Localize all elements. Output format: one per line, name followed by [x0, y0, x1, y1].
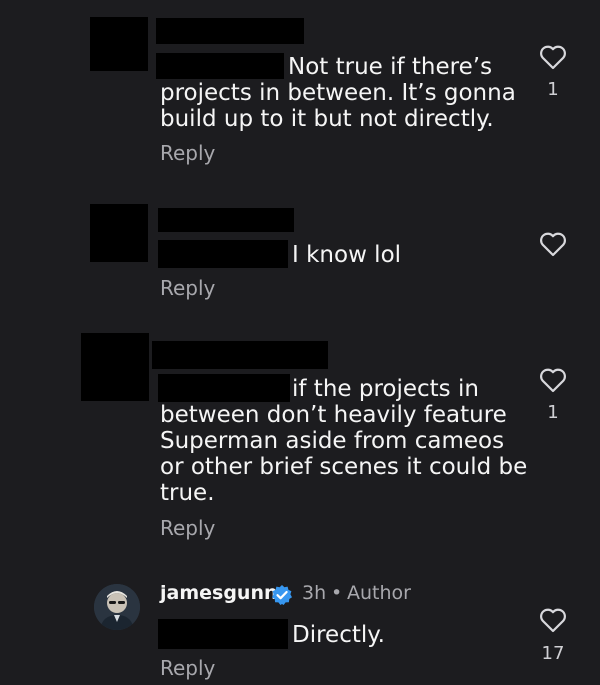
- reply-button[interactable]: Reply: [160, 656, 215, 680]
- comment-text: projects in between. It’s gonna build up…: [160, 80, 516, 132]
- like-count: 1: [547, 79, 559, 100]
- username[interactable]: jamesgunn: [160, 582, 278, 604]
- comment-text: between don’t heavily feature Superman a…: [160, 402, 528, 506]
- comment-text-first-line: Directly.: [292, 622, 385, 648]
- heart-icon: [540, 232, 566, 257]
- redacted-avatar: [90, 204, 148, 262]
- reply-button[interactable]: Reply: [160, 141, 215, 165]
- comment-time: 3h: [302, 582, 327, 604]
- like-count: 1: [547, 402, 559, 423]
- comment-text-first-line: Not true if there’s: [288, 54, 493, 80]
- reply-button[interactable]: Reply: [160, 276, 215, 300]
- redacted-mention: [158, 619, 288, 649]
- like-button[interactable]: [539, 367, 567, 393]
- redacted-username: [152, 341, 328, 369]
- reply-button[interactable]: Reply: [160, 516, 215, 540]
- heart-icon: [540, 368, 566, 393]
- heart-icon: [540, 608, 566, 633]
- redacted-mention: [158, 240, 288, 268]
- redacted-mention: [156, 53, 284, 79]
- avatar-image: [94, 584, 140, 630]
- redacted-avatar: [90, 17, 148, 71]
- like-button[interactable]: [539, 607, 567, 633]
- redacted-avatar: [81, 333, 149, 401]
- redacted-username: [156, 18, 304, 44]
- like-count: 17: [541, 643, 565, 664]
- avatar[interactable]: [94, 584, 140, 630]
- meta-separator: •: [331, 582, 343, 604]
- heart-icon: [540, 45, 566, 70]
- verified-badge-icon: [271, 584, 293, 606]
- redacted-mention: [158, 374, 290, 402]
- redacted-username: [158, 208, 294, 232]
- like-button[interactable]: [539, 231, 567, 257]
- comment-text-first-line: I know lol: [292, 242, 402, 268]
- author-label: Author: [347, 582, 411, 604]
- comment-text-first-line: if the projects in: [292, 376, 479, 402]
- like-button[interactable]: [539, 44, 567, 70]
